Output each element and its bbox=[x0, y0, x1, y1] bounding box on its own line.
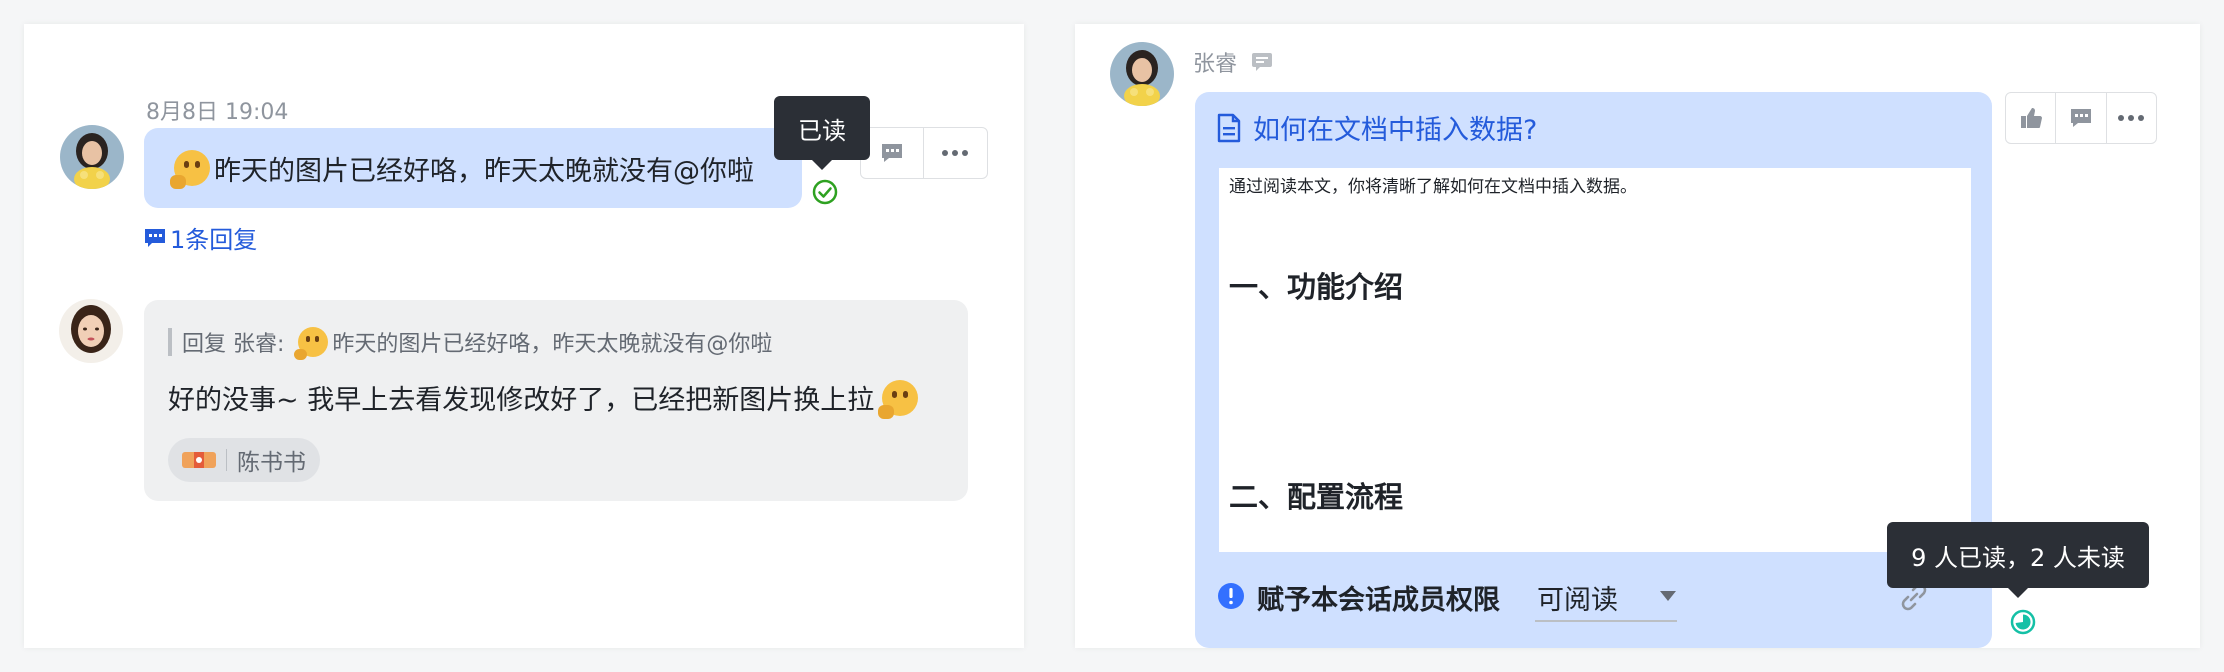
doc-intro: 通过阅读本文，你将清晰了解如何在文档中插入数据。 bbox=[1229, 177, 1637, 197]
message-text: 昨天的图片已经好咯，昨天太晚就没有@你啦 bbox=[214, 155, 754, 187]
sender-name: 张睿 bbox=[1193, 52, 1238, 77]
avatar-zhangrui[interactable] bbox=[1110, 42, 1174, 106]
read-status-tooltip: 9 人已读，2 人未读 bbox=[1887, 522, 2149, 598]
message-toolbar bbox=[860, 127, 988, 179]
reply-message-bubble[interactable]: 回复 张睿: 昨天的图片已经好咯，昨天太晚就没有@你啦 好的没事~ 我早上去看发… bbox=[144, 300, 968, 501]
permission-row: 赋予本会话成员权限 可阅读 bbox=[1217, 564, 1957, 628]
reaction-user: 陈书书 bbox=[237, 450, 306, 476]
quote-text: 昨天的图片已经好咯，昨天太晚就没有@你啦 bbox=[332, 332, 773, 357]
more-icon bbox=[942, 150, 968, 156]
more-button[interactable] bbox=[924, 128, 986, 178]
thinking-emoji-icon bbox=[170, 150, 210, 189]
more-icon bbox=[2118, 115, 2145, 121]
reply-text: 好的没事~ 我早上去看发现修改好了，已经把新图片换上拉 bbox=[168, 385, 875, 416]
permission-select[interactable]: 可阅读 bbox=[1535, 570, 1677, 622]
reaction-chip[interactable]: 陈书书 bbox=[168, 438, 320, 482]
comment-icon bbox=[882, 144, 902, 162]
doc-card[interactable]: 如何在文档中插入数据? 通过阅读本文，你将清晰了解如何在文档中插入数据。 一、功… bbox=[1195, 92, 1992, 648]
read-tooltip: 已读 bbox=[774, 96, 870, 170]
doc-heading-1: 一、功能介绍 bbox=[1229, 270, 1404, 304]
message-type-icon bbox=[1252, 53, 1273, 71]
more-button[interactable] bbox=[2107, 93, 2156, 143]
dropdown-arrow-icon bbox=[1660, 591, 1676, 601]
avatar-chenshushu[interactable] bbox=[59, 299, 123, 363]
doc-heading-2: 二、配置流程 bbox=[1229, 480, 1404, 514]
avatar-zhangrui[interactable] bbox=[60, 125, 124, 189]
thinking-emoji-icon bbox=[294, 327, 329, 360]
reply-text-row: 好的没事~ 我早上去看发现修改好了，已经把新图片换上拉 bbox=[168, 378, 919, 419]
doc-preview[interactable]: 通过阅读本文，你将清晰了解如何在文档中插入数据。 一、功能介绍 二、配置流程 bbox=[1219, 168, 1971, 552]
permission-label: 赋予本会话成员权限 bbox=[1257, 585, 1500, 616]
comment-button[interactable] bbox=[861, 128, 924, 178]
doc-icon bbox=[1217, 113, 1241, 142]
reply-count-text: 1条回复 bbox=[170, 226, 258, 254]
info-icon bbox=[1218, 583, 1244, 609]
reaction-emoji-icon bbox=[182, 452, 216, 468]
thinking-emoji-icon bbox=[878, 379, 919, 419]
left-chat-panel: 8月8日 19:04 昨天的图片已经好咯，昨天太晚就没有@你啦 已读 1条回复 bbox=[24, 24, 1024, 648]
reaction-divider bbox=[226, 449, 227, 471]
reply-icon bbox=[145, 228, 165, 247]
quote-prefix: 回复 张睿: bbox=[182, 332, 285, 357]
comment-icon bbox=[2070, 109, 2091, 127]
sender-row: 张睿 bbox=[1193, 46, 1273, 78]
message-bubble[interactable]: 昨天的图片已经好咯，昨天太晚就没有@你啦 bbox=[144, 128, 802, 208]
comment-button[interactable] bbox=[2056, 93, 2107, 143]
permission-value: 可阅读 bbox=[1537, 585, 1618, 616]
check-circle-icon[interactable] bbox=[812, 179, 838, 205]
doc-title-row[interactable]: 如何在文档中插入数据? bbox=[1217, 108, 1537, 147]
thumbs-up-icon bbox=[2020, 108, 2042, 128]
reply-count-link[interactable]: 1条回复 bbox=[144, 220, 257, 255]
quote-block[interactable]: 回复 张睿: 昨天的图片已经好咯，昨天太晚就没有@你啦 bbox=[168, 327, 773, 360]
doc-title: 如何在文档中插入数据? bbox=[1253, 115, 1538, 146]
read-progress-icon[interactable] bbox=[2010, 609, 2036, 635]
message-toolbar bbox=[2005, 92, 2157, 144]
right-chat-panel: 张睿 如何在文档中插入数据? 通过阅读本文，你将清晰了解如何在文档中插入数据。 … bbox=[1075, 24, 2200, 648]
thumbs-up-button[interactable] bbox=[2006, 93, 2057, 143]
message-timestamp: 8月8日 19:04 bbox=[146, 100, 289, 125]
